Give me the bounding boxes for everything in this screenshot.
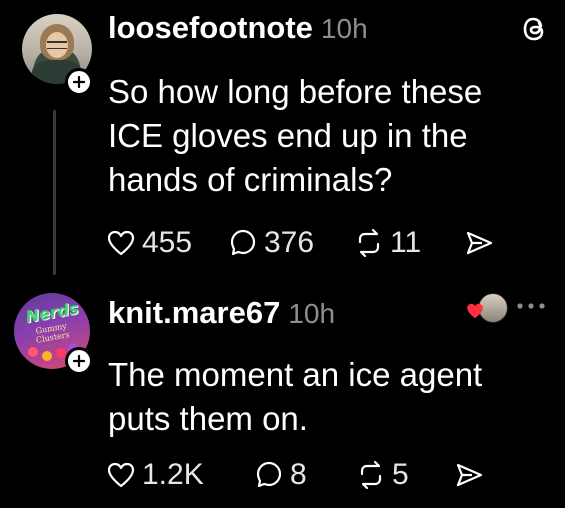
post-actions: 1.2K 8 5 xyxy=(106,455,484,495)
reply-count: 376 xyxy=(264,226,315,259)
send-icon xyxy=(466,231,493,255)
repost-button[interactable]: 5 xyxy=(356,458,454,492)
more-icon[interactable] xyxy=(515,301,547,311)
share-button[interactable] xyxy=(454,460,484,490)
username[interactable]: knit.mare67 xyxy=(108,295,280,331)
follow-plus-icon[interactable] xyxy=(65,347,93,375)
follow-plus-icon[interactable] xyxy=(65,68,93,96)
username[interactable]: loosefootnote xyxy=(108,10,313,46)
comment-icon xyxy=(230,229,256,256)
like-count: 455 xyxy=(142,226,193,259)
repost-icon xyxy=(360,460,382,490)
post-text: So how long before these ICE gloves end … xyxy=(108,73,483,198)
like-button[interactable]: 1.2K xyxy=(106,458,254,492)
comment-icon xyxy=(256,461,282,488)
heart-icon xyxy=(107,230,135,256)
reply-button[interactable]: 8 xyxy=(254,458,356,492)
post-1: loosefootnote 10h So how long before the… xyxy=(0,0,565,285)
timestamp: 10h xyxy=(320,13,368,44)
repost-count: 5 xyxy=(392,458,409,491)
candy-shape xyxy=(28,347,38,357)
liked-by-author-badge xyxy=(467,293,508,323)
post-header: knit.mare67 10h xyxy=(108,295,335,335)
like-count: 1.2K xyxy=(142,458,204,491)
repost-button[interactable]: 11 xyxy=(354,226,464,260)
like-button[interactable]: 455 xyxy=(106,226,228,260)
post-text: The moment an ice agent puts them on. xyxy=(108,356,483,437)
post-header: loosefootnote 10h xyxy=(108,10,368,50)
heart-icon xyxy=(467,303,483,319)
share-button[interactable] xyxy=(464,228,494,258)
candy-shape xyxy=(42,351,52,361)
heart-icon xyxy=(107,462,135,488)
avatar-glasses xyxy=(47,41,67,49)
reply-count: 8 xyxy=(290,458,307,491)
post-2: Nerds Gummy Clusters knit.mare67 10h The… xyxy=(0,285,565,508)
post-actions: 455 376 11 xyxy=(106,223,494,263)
send-icon xyxy=(456,463,483,487)
timestamp: 10h xyxy=(288,298,336,329)
thread-line xyxy=(53,110,56,275)
repost-count: 11 xyxy=(390,226,422,259)
reply-button[interactable]: 376 xyxy=(228,226,354,260)
repost-icon xyxy=(358,228,380,258)
threads-icon[interactable] xyxy=(517,12,551,46)
